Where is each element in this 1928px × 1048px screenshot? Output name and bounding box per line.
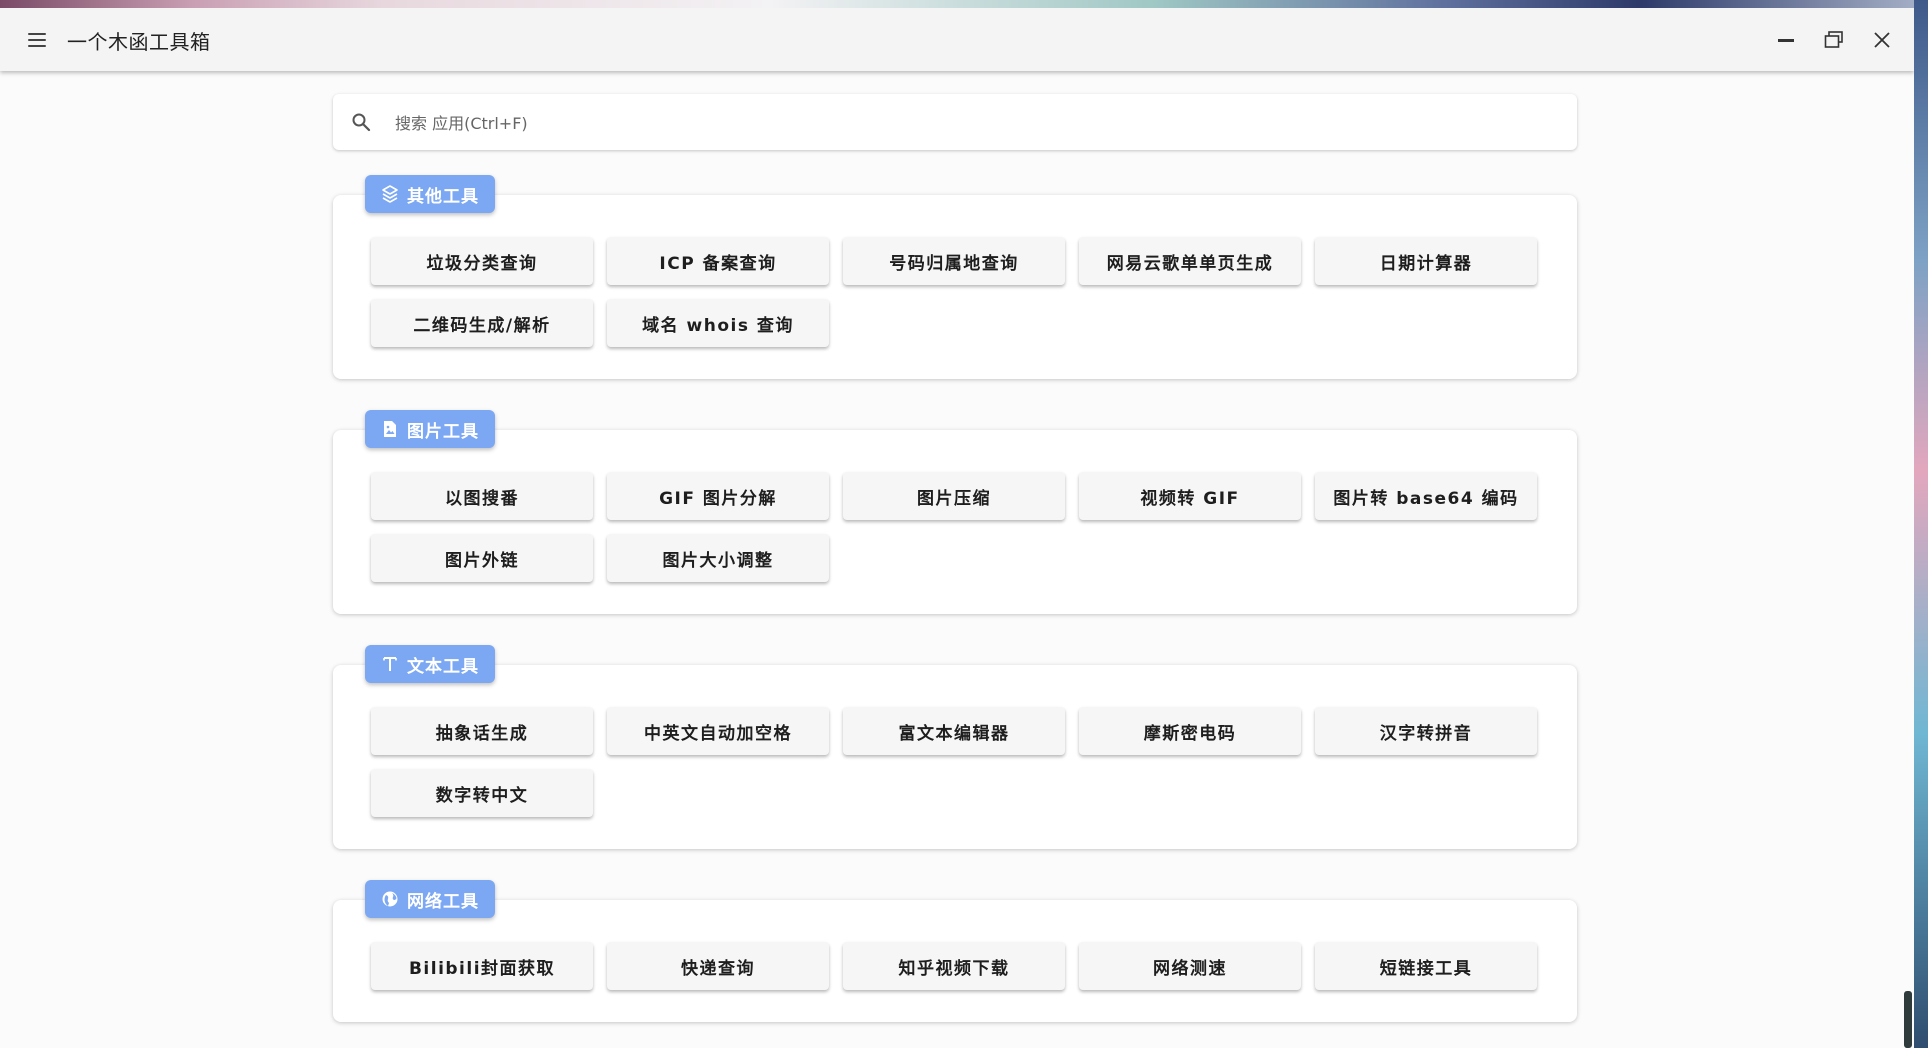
maximize-button[interactable] [1818, 24, 1850, 56]
tool-button-rich-text-editor[interactable]: 富文本编辑器 [843, 707, 1065, 755]
close-button[interactable] [1866, 24, 1898, 56]
tool-button-express-tracking[interactable]: 快递查询 [607, 942, 829, 990]
tool-button-qrcode[interactable]: 二维码生成/解析 [371, 299, 593, 347]
search-input[interactable] [393, 104, 1557, 142]
section-tag-image-tools: 图片工具 [365, 410, 495, 448]
tool-grid: 以图搜番 GIF 图片分解 图片压缩 视频转 GIF 图片转 base64 编码… [371, 472, 1561, 582]
tool-button-short-link[interactable]: 短链接工具 [1315, 942, 1537, 990]
section-other-tools: 其他工具 垃圾分类查询 ICP 备案查询 号码归属地查询 网易云歌单单页生成 日… [333, 175, 1577, 379]
tool-button-phone-location[interactable]: 号码归属地查询 [843, 237, 1065, 285]
tool-button-auto-spacing[interactable]: 中英文自动加空格 [607, 707, 829, 755]
section-tag-text-tools: 文本工具 [365, 645, 495, 683]
text-icon [381, 655, 399, 673]
tool-button-gif-split[interactable]: GIF 图片分解 [607, 472, 829, 520]
tool-grid: 垃圾分类查询 ICP 备案查询 号码归属地查询 网易云歌单单页生成 日期计算器 … [371, 237, 1561, 347]
tool-button-number-to-chinese[interactable]: 数字转中文 [371, 769, 593, 817]
minimize-button[interactable] [1770, 24, 1802, 56]
hamburger-menu-icon[interactable] [28, 32, 48, 48]
tool-button-image-hosting[interactable]: 图片外链 [371, 534, 593, 582]
tool-button-zhihu-video[interactable]: 知乎视频下载 [843, 942, 1065, 990]
main-content: 其他工具 垃圾分类查询 ICP 备案查询 号码归属地查询 网易云歌单单页生成 日… [0, 71, 1914, 1048]
maximize-icon [1824, 31, 1843, 48]
scrollbar[interactable] [1904, 71, 1912, 1048]
search-box [333, 94, 1577, 150]
title-bar: 一个木函工具箱 [0, 8, 1914, 71]
tool-button-image-compress[interactable]: 图片压缩 [843, 472, 1065, 520]
section-title: 网络工具 [407, 891, 479, 912]
tool-grid: 抽象话生成 中英文自动加空格 富文本编辑器 摩斯密电码 汉字转拼音 数字转中文 [371, 707, 1561, 817]
desktop-background-top [0, 0, 1928, 8]
tool-button-morse-code[interactable]: 摩斯密电码 [1079, 707, 1301, 755]
search-icon [352, 113, 371, 132]
tool-button-anime-search[interactable]: 以图搜番 [371, 472, 593, 520]
tool-button-image-resize[interactable]: 图片大小调整 [607, 534, 829, 582]
section-tag-network-tools: 网络工具 [365, 880, 495, 918]
section-title: 文本工具 [407, 656, 479, 677]
section-title: 其他工具 [407, 186, 479, 207]
image-file-icon [381, 420, 399, 438]
scrollbar-thumb[interactable] [1904, 991, 1912, 1048]
section-text-tools: 文本工具 抽象话生成 中英文自动加空格 富文本编辑器 摩斯密电码 汉字转拼音 数… [333, 645, 1577, 849]
section-tag-other-tools: 其他工具 [365, 175, 495, 213]
app-window: 一个木函工具箱 搜索 应用(Ctrl+F) 其他工具 垃圾分类查询 ICP 备案… [0, 8, 1914, 1048]
tool-button-image-base64[interactable]: 图片转 base64 编码 [1315, 472, 1537, 520]
minimize-icon [1778, 39, 1794, 42]
globe-icon [381, 890, 399, 908]
section-title: 图片工具 [407, 421, 479, 442]
app-title: 一个木函工具箱 [67, 30, 211, 54]
tool-button-icp-lookup[interactable]: ICP 备案查询 [607, 237, 829, 285]
tool-button-date-calculator[interactable]: 日期计算器 [1315, 237, 1537, 285]
tool-button-netease-playlist[interactable]: 网易云歌单单页生成 [1079, 237, 1301, 285]
tool-button-whois[interactable]: 域名 whois 查询 [607, 299, 829, 347]
desktop-background-right [1914, 0, 1928, 1048]
tool-button-garbage-classification[interactable]: 垃圾分类查询 [371, 237, 593, 285]
layers-icon [381, 185, 399, 203]
tool-button-abstract-text[interactable]: 抽象话生成 [371, 707, 593, 755]
tool-button-speed-test[interactable]: 网络测速 [1079, 942, 1301, 990]
tool-grid: Bilibili封面获取 快递查询 知乎视频下载 网络测速 短链接工具 [371, 942, 1561, 990]
tool-button-pinyin[interactable]: 汉字转拼音 [1315, 707, 1537, 755]
section-image-tools: 图片工具 以图搜番 GIF 图片分解 图片压缩 视频转 GIF 图片转 base… [333, 410, 1577, 614]
close-icon [1874, 32, 1890, 48]
tool-button-bilibili-cover[interactable]: Bilibili封面获取 [371, 942, 593, 990]
tool-button-video-to-gif[interactable]: 视频转 GIF [1079, 472, 1301, 520]
section-network-tools: 网络工具 Bilibili封面获取 快递查询 知乎视频下载 网络测速 短链接工具 [333, 880, 1577, 1022]
